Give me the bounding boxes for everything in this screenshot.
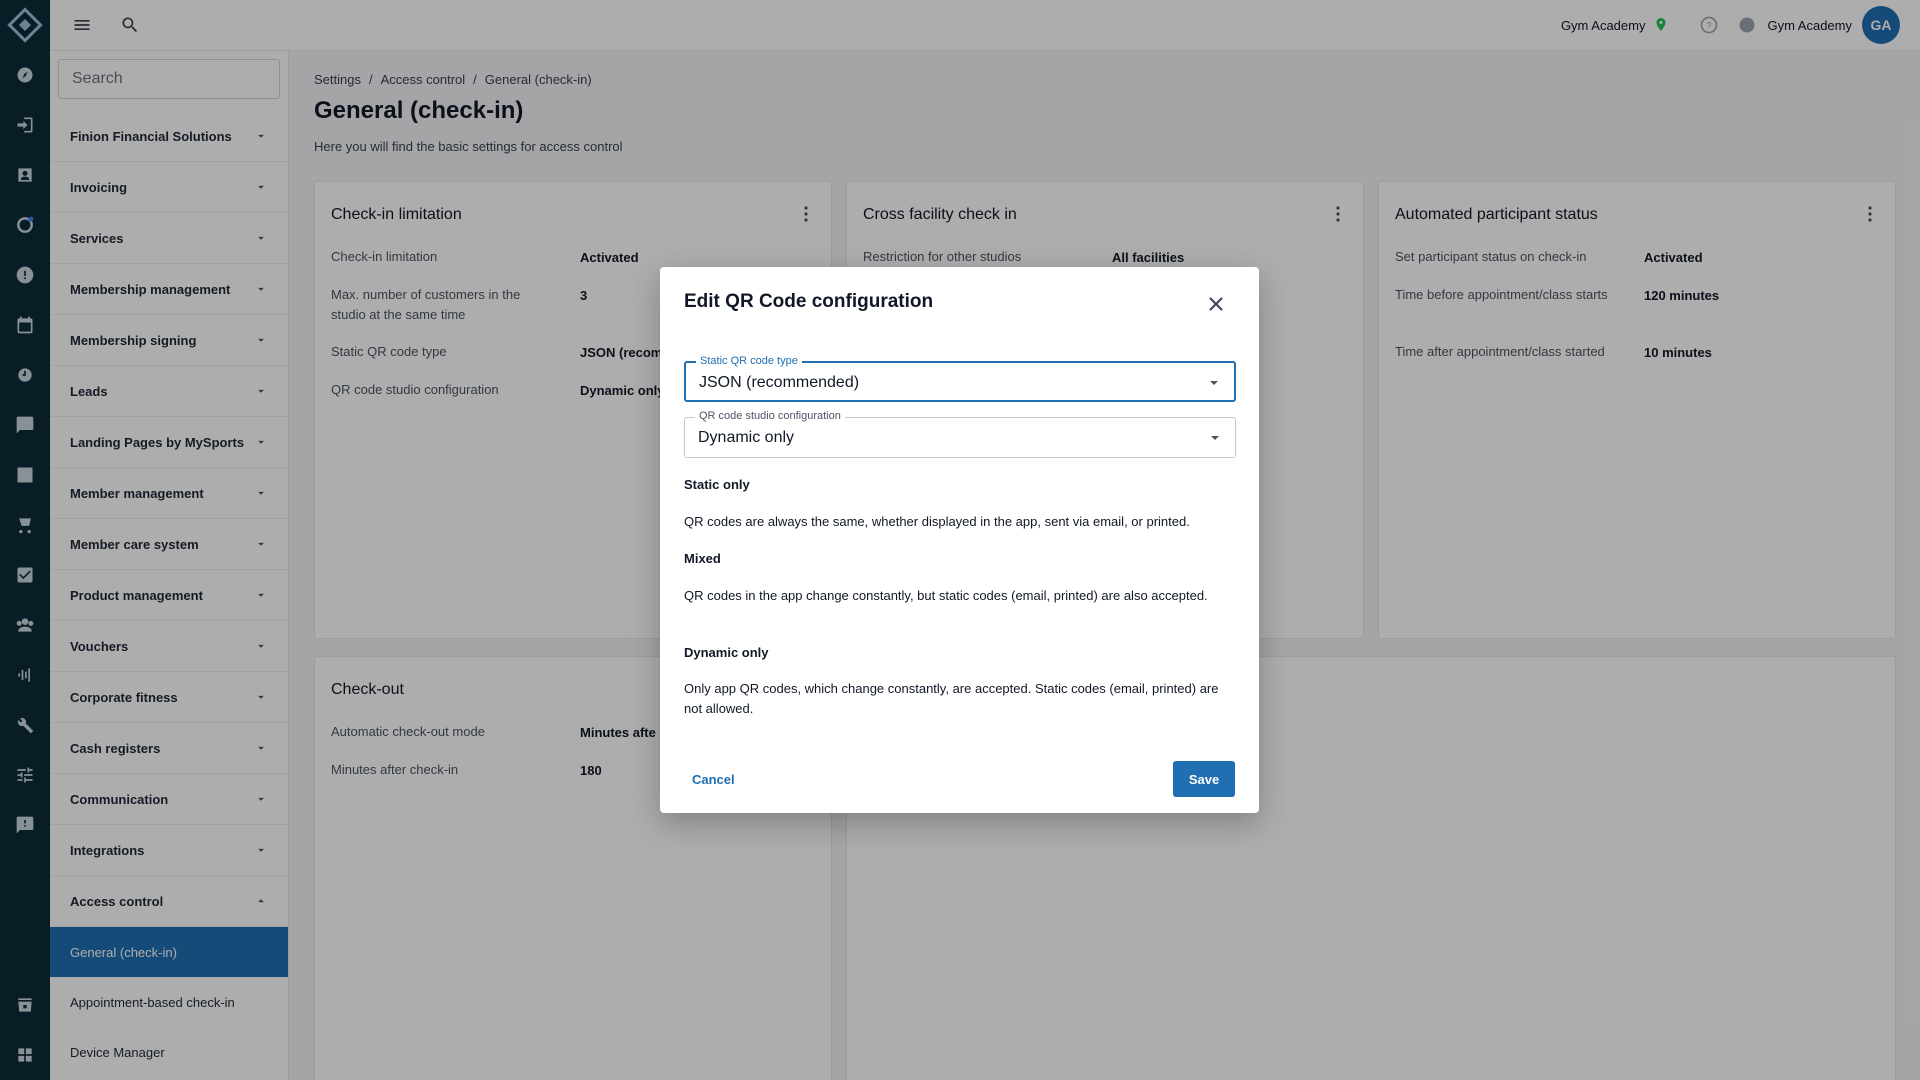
section-heading: Dynamic only (684, 645, 769, 660)
field-label: Static QR code type (696, 355, 802, 367)
close-icon[interactable] (1205, 293, 1227, 315)
section-text: QR codes are always the same, whether di… (684, 514, 1190, 529)
field-value: Dynamic only (698, 429, 795, 446)
field-value: JSON (recommended) (699, 374, 860, 391)
section-heading: Static only (684, 477, 750, 492)
section-heading: Mixed (684, 551, 721, 566)
section-text: QR codes in the app change constantly, b… (684, 588, 1208, 603)
section-text: Only app QR codes, which change constant… (684, 681, 1219, 716)
cancel-button[interactable]: Cancel (684, 761, 743, 797)
field-label: QR code studio configuration (695, 410, 845, 422)
static-qr-type-select[interactable]: Static QR code type JSON (recommended) (684, 355, 1236, 402)
qr-studio-config-select[interactable]: QR code studio configuration Dynamic onl… (684, 410, 1236, 458)
edit-qr-dialog: Edit QR Code configuration Static QR cod… (660, 267, 1259, 813)
dialog-title: Edit QR Code configuration (684, 291, 934, 312)
save-button[interactable]: Save (1173, 761, 1235, 797)
dropdown-arrow-icon (1210, 381, 1218, 385)
dropdown-arrow-icon (1211, 436, 1219, 440)
